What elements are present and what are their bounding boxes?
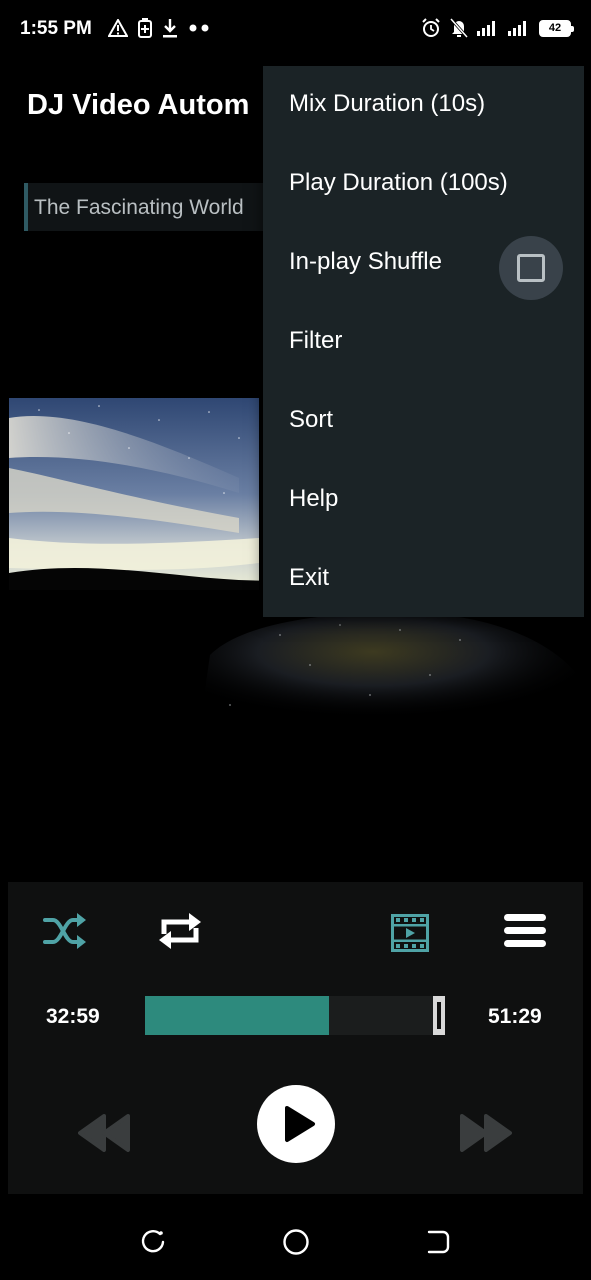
menu-item-play-duration[interactable]: Play Duration (100s) [263, 145, 584, 224]
seek-bar[interactable] [145, 996, 445, 1035]
status-left-icons [108, 18, 210, 38]
back-icon[interactable] [425, 1229, 451, 1255]
menu-item-label: Play Duration (100s) [289, 169, 508, 196]
menu-item-label: Filter [289, 327, 343, 354]
current-time: 32:59 [46, 1005, 100, 1028]
menu-icon[interactable] [504, 914, 546, 948]
fast-forward-icon[interactable] [460, 1114, 512, 1152]
menu-item-sort[interactable]: Sort [263, 382, 584, 461]
shuffle-icon[interactable] [43, 912, 87, 950]
system-nav-bar [0, 1195, 591, 1280]
now-playing-title: The Fascinating World [34, 196, 244, 219]
signal-icon [508, 21, 526, 36]
play-icon [285, 1106, 315, 1142]
checkbox-box [517, 254, 545, 282]
menu-item-label: Exit [289, 564, 330, 591]
home-icon[interactable] [282, 1228, 310, 1256]
notifications-off-icon [450, 18, 468, 38]
menu-item-filter[interactable]: Filter [263, 303, 584, 382]
warning-icon [108, 19, 128, 37]
inplay-shuffle-checkbox[interactable] [499, 236, 563, 300]
battery-indicator: 42 [539, 19, 574, 37]
app-title: DJ Video Autom [27, 89, 250, 121]
overflow-menu: Mix Duration (10s) Play Duration (100s) … [263, 66, 584, 617]
download-icon [163, 19, 177, 38]
video-playlist-icon[interactable] [391, 914, 429, 952]
rewind-icon[interactable] [78, 1114, 130, 1152]
alarm-icon [422, 18, 440, 37]
now-playing-title-box: The Fascinating World [24, 183, 274, 231]
signal-icon [477, 21, 495, 36]
status-right-icons: 42 [421, 18, 574, 38]
menu-item-label: Mix Duration (10s) [289, 90, 486, 117]
player-controls: 32:59 51:29 [8, 882, 583, 1194]
menu-item-label: In-play Shuffle [289, 248, 442, 275]
menu-item-inplay-shuffle[interactable]: In-play Shuffle [263, 224, 584, 303]
total-time: 51:29 [488, 1005, 542, 1028]
seek-bar-progress [145, 996, 329, 1035]
video-reflection [200, 605, 590, 725]
status-time: 1:55 PM [20, 18, 92, 39]
menu-item-help[interactable]: Help [263, 461, 584, 540]
menu-item-mix-duration[interactable]: Mix Duration (10s) [263, 66, 584, 145]
play-button[interactable] [257, 1085, 335, 1163]
recent-apps-icon[interactable] [140, 1229, 166, 1255]
status-bar: 1:55 PM 42 [0, 0, 591, 60]
menu-item-exit[interactable]: Exit [263, 540, 584, 619]
seek-bar-thumb[interactable] [433, 996, 445, 1035]
menu-item-label: Help [289, 485, 339, 512]
battery-saver-icon [138, 18, 152, 38]
menu-item-label: Sort [289, 406, 334, 433]
more-dots-icon [189, 24, 209, 32]
repeat-icon[interactable] [156, 912, 204, 950]
